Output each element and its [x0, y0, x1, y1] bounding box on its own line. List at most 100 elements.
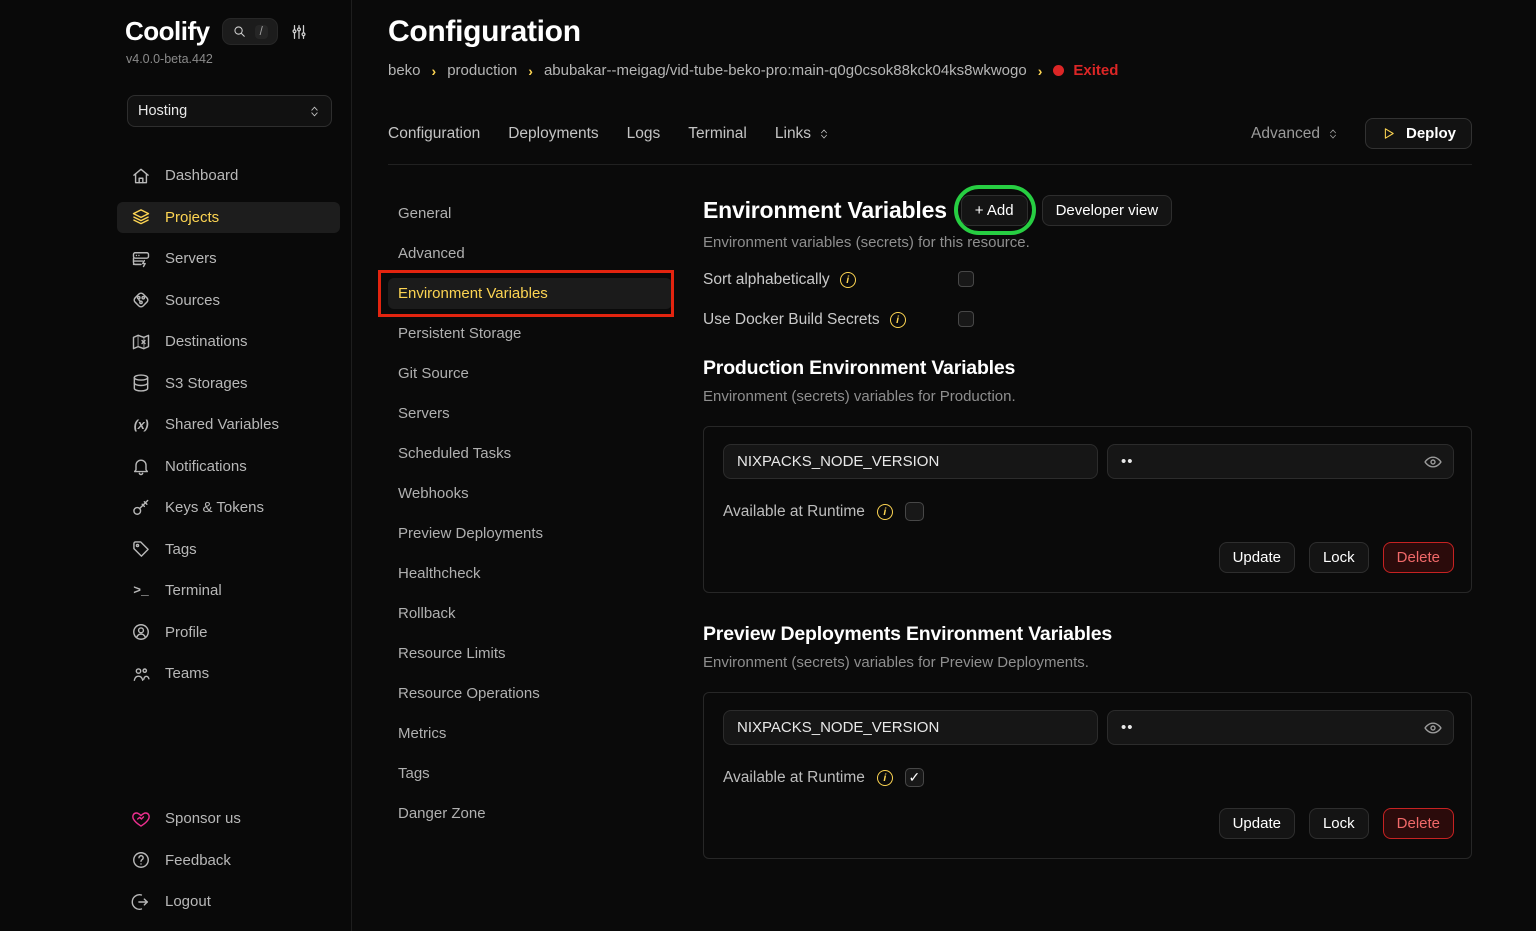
database-icon: [131, 373, 151, 393]
sidebar-item-teams[interactable]: Teams: [117, 658, 340, 689]
breadcrumb: beko › production › abubakar--meigag/vid…: [388, 62, 1472, 79]
variable-value-input[interactable]: [1107, 710, 1454, 745]
subnav-item-danger-zone[interactable]: Danger Zone: [388, 798, 672, 829]
delete-button[interactable]: Delete: [1383, 808, 1454, 839]
sidebar-item-terminal[interactable]: >_ Terminal: [117, 575, 340, 606]
option-label: Use Docker Build Secrets: [703, 311, 880, 329]
layers-icon: [131, 207, 151, 227]
info-icon[interactable]: i: [840, 272, 856, 288]
subnav-item-resource-operations[interactable]: Resource Operations: [388, 678, 672, 709]
available-at-runtime-checkbox[interactable]: ✓: [905, 768, 924, 787]
status-dot: [1053, 65, 1064, 76]
available-at-runtime-checkbox[interactable]: [905, 502, 924, 521]
add-button[interactable]: + Add: [961, 195, 1028, 226]
team-selector[interactable]: Hosting: [127, 95, 332, 127]
subnav-item-webhooks[interactable]: Webhooks: [388, 478, 672, 509]
breadcrumb-resource[interactable]: abubakar--meigag/vid-tube-beko-pro:main-…: [544, 62, 1027, 79]
info-icon[interactable]: i: [890, 312, 906, 328]
terminal-icon: >_: [131, 581, 151, 601]
tab-bar-right: Advanced Deploy: [1251, 118, 1472, 149]
subnav-item-healthcheck[interactable]: Healthcheck: [388, 558, 672, 589]
info-icon[interactable]: i: [877, 504, 893, 520]
update-button[interactable]: Update: [1219, 542, 1295, 573]
subnav-item-environment-variables[interactable]: Environment Variables: [388, 278, 672, 309]
variable-icon: (x): [131, 415, 151, 435]
user-circle-icon: [131, 622, 151, 642]
subnav-item-rollback[interactable]: Rollback: [388, 598, 672, 629]
lock-button[interactable]: Lock: [1309, 808, 1369, 839]
app-logo[interactable]: Coolify: [125, 16, 210, 47]
env-options: Sort alphabetically i Use Docker Build S…: [703, 270, 1472, 330]
sidebar-item-feedback[interactable]: Feedback: [117, 845, 340, 876]
breadcrumb-project[interactable]: beko: [388, 62, 421, 79]
variable-inputs-row: [723, 710, 1454, 745]
subnav-item-resource-limits[interactable]: Resource Limits: [388, 638, 672, 669]
subnav-item-preview-deployments[interactable]: Preview Deployments: [388, 518, 672, 549]
subnav-item-scheduled-tasks[interactable]: Scheduled Tasks: [388, 438, 672, 469]
deploy-button[interactable]: Deploy: [1365, 118, 1472, 149]
heart-icon: [131, 809, 151, 829]
option-sort-alphabetically: Sort alphabetically i: [703, 270, 1472, 290]
variable-name-input[interactable]: [723, 710, 1098, 745]
sidebar-item-sponsor-us[interactable]: Sponsor us: [117, 803, 340, 834]
git-source-icon: [131, 290, 151, 310]
advanced-selector[interactable]: Advanced: [1251, 125, 1339, 143]
sidebar-item-notifications[interactable]: Notifications: [117, 451, 340, 482]
content-columns: General Advanced Environment Variables P…: [388, 195, 1472, 859]
card-actions: Update Lock Delete: [723, 808, 1454, 839]
subnav-item-servers[interactable]: Servers: [388, 398, 672, 429]
breadcrumb-environment[interactable]: production: [447, 62, 517, 79]
subnav-item-persistent-storage[interactable]: Persistent Storage: [388, 318, 672, 349]
developer-view-button[interactable]: Developer view: [1042, 195, 1173, 226]
sidebar-item-servers[interactable]: Servers: [117, 243, 340, 274]
sidebar-item-label: Dashboard: [165, 167, 238, 184]
variable-value-input[interactable]: [1107, 444, 1454, 479]
env-variable-card: Available at Runtime i Update Lock Delet…: [703, 426, 1472, 593]
subnav-item-advanced[interactable]: Advanced: [388, 238, 672, 269]
tab-configuration[interactable]: Configuration: [388, 125, 480, 143]
reveal-value-button[interactable]: [1423, 452, 1443, 472]
sidebar-item-label: Tags: [165, 541, 197, 558]
sidebar-item-s3-storages[interactable]: S3 Storages: [117, 368, 340, 399]
app-version: v4.0.0-beta.442: [126, 52, 340, 66]
delete-button[interactable]: Delete: [1383, 542, 1454, 573]
subnav-item-metrics[interactable]: Metrics: [388, 718, 672, 749]
reveal-value-button[interactable]: [1423, 718, 1443, 738]
tab-deployments[interactable]: Deployments: [508, 125, 598, 143]
sidebar-item-sources[interactable]: Sources: [117, 285, 340, 316]
subnav-item-general[interactable]: General: [388, 198, 672, 229]
sidebar-item-dashboard[interactable]: Dashboard: [117, 160, 340, 191]
add-button-wrapper: + Add: [961, 195, 1028, 226]
page-title: Configuration: [388, 15, 1472, 49]
update-button[interactable]: Update: [1219, 808, 1295, 839]
tab-logs[interactable]: Logs: [627, 125, 661, 143]
sidebar-item-label: Sponsor us: [165, 810, 241, 827]
sidebar-item-destinations[interactable]: Destinations: [117, 326, 340, 357]
tab-links[interactable]: Links: [775, 125, 830, 143]
sidebar-item-projects[interactable]: Projects: [117, 202, 340, 233]
lock-button[interactable]: Lock: [1309, 542, 1369, 573]
subnav-item-git-source[interactable]: Git Source: [388, 358, 672, 389]
tab-terminal[interactable]: Terminal: [688, 125, 747, 143]
main-area: Configuration beko › production › abubak…: [352, 0, 1536, 931]
sidebar-item-label: Destinations: [165, 333, 248, 350]
docker-build-secrets-checkbox[interactable]: [958, 311, 974, 327]
card-actions: Update Lock Delete: [723, 542, 1454, 573]
sort-alphabetically-checkbox[interactable]: [958, 271, 974, 287]
info-icon[interactable]: i: [877, 770, 893, 786]
search-button[interactable]: /: [222, 18, 278, 45]
sidebar-item-shared-variables[interactable]: (x) Shared Variables: [117, 409, 340, 440]
variable-value-wrapper: [1107, 444, 1454, 479]
sidebar-item-logout[interactable]: Logout: [117, 886, 340, 917]
settings-sliders-icon[interactable]: [290, 23, 308, 41]
variable-name-input[interactable]: [723, 444, 1098, 479]
sidebar-item-profile[interactable]: Profile: [117, 617, 340, 648]
eye-icon: [1423, 718, 1443, 738]
variable-value-wrapper: [1107, 710, 1454, 745]
search-icon: [232, 24, 247, 39]
sidebar-item-keys-tokens[interactable]: Keys & Tokens: [117, 492, 340, 523]
sidebar-item-label: Feedback: [165, 852, 231, 869]
subnav-item-tags[interactable]: Tags: [388, 758, 672, 789]
sidebar-item-tags[interactable]: Tags: [117, 534, 340, 565]
advanced-label: Advanced: [1251, 125, 1320, 143]
